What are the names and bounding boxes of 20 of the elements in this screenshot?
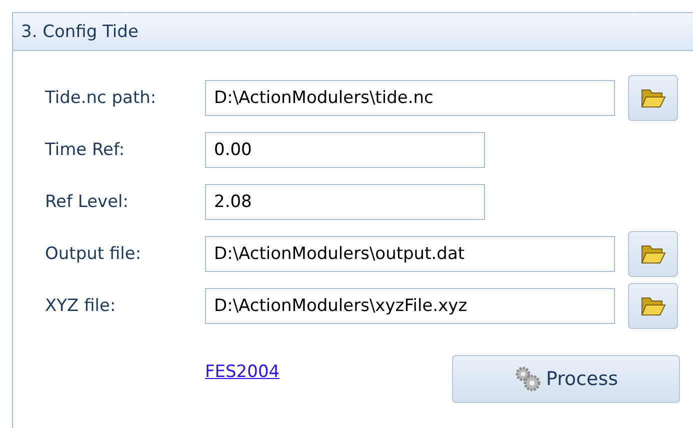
input-field[interactable]: 0.00 (205, 132, 485, 168)
browse-button[interactable] (628, 75, 678, 121)
input-field[interactable]: 2.08 (205, 184, 485, 220)
fes2004-link[interactable]: FES2004 (205, 362, 452, 382)
gears-icon (514, 365, 542, 393)
browse-button[interactable] (628, 231, 678, 277)
folder-icon (640, 295, 666, 317)
input-field[interactable]: D:\ActionModulers\tide.nc (205, 80, 615, 116)
field-label: Output file: (45, 244, 142, 264)
browse-button[interactable] (628, 283, 678, 329)
process-button[interactable]: Process (452, 355, 680, 403)
field-label: XYZ file: (45, 296, 117, 316)
panel-title: 3. Config Tide (21, 22, 138, 42)
input-field[interactable]: D:\ActionModulers\output.dat (205, 236, 615, 272)
input-field[interactable]: D:\ActionModulers\xyzFile.xyz (205, 288, 615, 324)
field-label: Tide.nc path: (45, 88, 158, 108)
field-label: Time Ref: (45, 140, 126, 160)
folder-icon (640, 87, 666, 109)
folder-icon (640, 243, 666, 265)
field-label: Ref Level: (45, 192, 130, 212)
